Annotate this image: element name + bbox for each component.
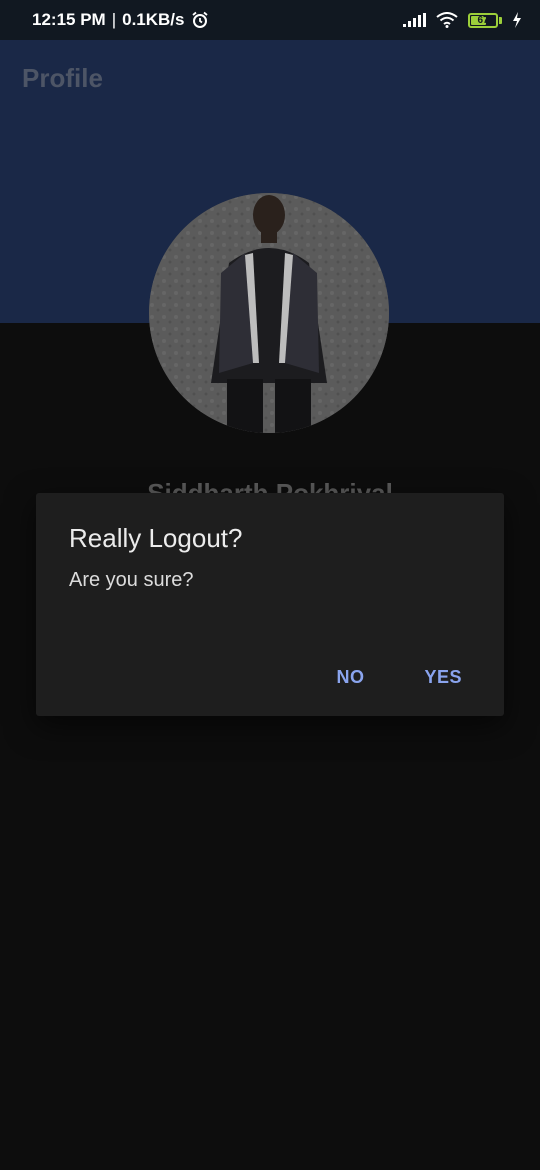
status-separator: | [111, 10, 117, 29]
dialog-message: Are you sure? [69, 569, 194, 591]
dialog-actions: NO YES [316, 655, 482, 700]
alarm-clock-icon [191, 11, 209, 29]
status-right: 67 [403, 12, 522, 28]
status-time: 12:15 PM [32, 10, 106, 29]
screen: 12:15 PM | 0.1KB/s 67 Profile Really Log… [0, 0, 540, 1170]
status-bar: 12:15 PM | 0.1KB/s 67 [0, 0, 540, 40]
battery-group: 67 [468, 12, 502, 28]
wifi-icon [436, 12, 458, 28]
cellular-signal-icon [403, 13, 426, 27]
battery-icon: 67 [468, 12, 498, 28]
battery-tip [499, 16, 502, 24]
yes-button[interactable]: YES [404, 655, 482, 700]
logout-dialog: Really Logout? Are you sure? NO YES [36, 493, 504, 716]
lightning-bolt-icon [512, 12, 522, 28]
status-left: 12:15 PM | 0.1KB/s [32, 10, 209, 30]
battery-level: 67 [477, 14, 489, 26]
dialog-title: Really Logout? [69, 523, 243, 553]
no-button[interactable]: NO [316, 655, 384, 700]
status-speed: 0.1KB/s [122, 10, 185, 29]
